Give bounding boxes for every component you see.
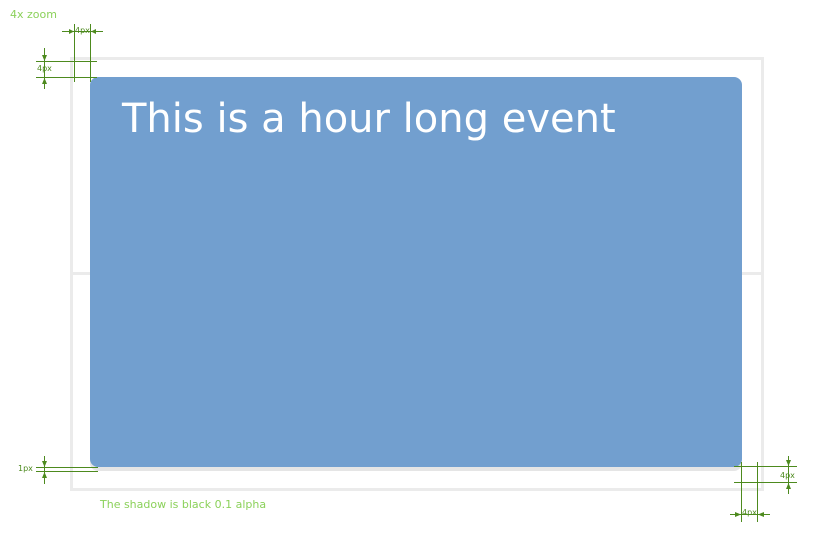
dim-label-top-left-vertical: 4px <box>37 64 52 73</box>
arrow-bl-v1 <box>42 461 47 467</box>
arrow-tl-h1 <box>69 29 74 34</box>
arrow-br-v1 <box>786 460 791 466</box>
shadow-note: The shadow is black 0.1 alpha <box>100 498 267 511</box>
arrow-tl-v1 <box>42 55 47 61</box>
arrow-br-h1 <box>735 512 741 517</box>
arrow-tl-v2 <box>42 78 47 84</box>
arrow-tl-h2 <box>91 29 96 34</box>
dim-label-top-left-horizontal: 4px <box>75 26 90 35</box>
dim-label-bottom-right-horizontal: 4px <box>742 508 757 517</box>
dim-label-bottom-right-vertical: 4px <box>780 471 795 480</box>
dim-label-shadow: 1px <box>18 464 33 473</box>
arrow-bl-v2 <box>42 472 47 478</box>
arrow-br-v2 <box>786 483 791 489</box>
arrow-br-h2 <box>758 512 764 517</box>
measurement-guides <box>36 24 797 522</box>
